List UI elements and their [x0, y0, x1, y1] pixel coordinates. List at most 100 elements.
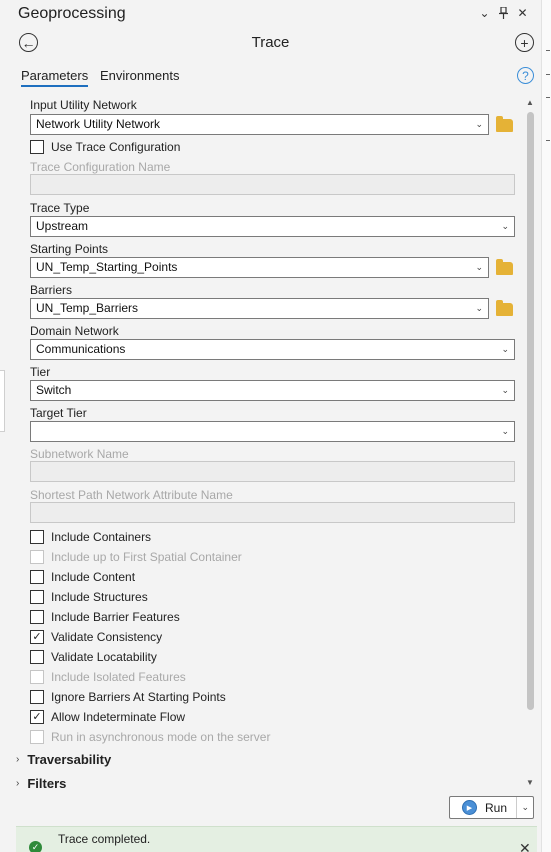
shortest-path-input	[30, 502, 515, 523]
adjacent-pane-edge	[541, 0, 551, 852]
input-utility-network-label: Input Utility Network	[30, 98, 137, 112]
checkbox-item[interactable]: Validate Locatability	[30, 650, 157, 664]
scroll-down-icon[interactable]: ▼	[525, 778, 535, 787]
chevron-right-icon: ›	[16, 778, 20, 789]
domain-network-select[interactable]: Communications ⌄	[30, 339, 515, 360]
checkbox-box[interactable]	[30, 530, 44, 544]
checkbox-item[interactable]: ✓ Allow Indeterminate Flow	[30, 710, 185, 724]
checkbox-label: Include Barrier Features	[51, 610, 180, 624]
pane-header-controls: ⌄ ✕	[478, 6, 529, 20]
tool-title: Trace	[251, 34, 290, 51]
edge-mark	[546, 50, 550, 51]
chevron-right-icon: ›	[16, 754, 20, 765]
tier-label: Tier	[30, 365, 51, 379]
checkmark-icon[interactable]: ✓	[30, 630, 44, 644]
checkbox-item: Include Isolated Features	[30, 670, 186, 684]
checkbox-box	[30, 670, 44, 684]
chevron-down-icon[interactable]: ⌄	[516, 797, 533, 818]
success-check-icon: ✓	[29, 841, 42, 852]
checkbox-item[interactable]: Ignore Barriers At Starting Points	[30, 690, 226, 704]
checkbox-label: Include Isolated Features	[51, 670, 186, 684]
checkbox-box[interactable]	[30, 610, 44, 624]
domain-network-label: Domain Network	[30, 324, 119, 338]
barriers-label: Barriers	[30, 283, 73, 297]
section-filters-label: Filters	[27, 776, 67, 791]
checkbox-label: Include up to First Spatial Container	[51, 550, 242, 564]
target-tier-select[interactable]: ⌄	[30, 421, 515, 442]
checkbox-box[interactable]	[30, 570, 44, 584]
chevron-down-icon: ⌄	[501, 385, 509, 395]
checkbox-item[interactable]: Include Barrier Features	[30, 610, 180, 624]
edge-mark	[546, 74, 550, 75]
section-filters[interactable]: › Filters	[16, 776, 66, 791]
checkbox-label: Include Containers	[51, 530, 152, 544]
checkbox-item[interactable]: Include Containers	[30, 530, 151, 544]
scroll-thumb[interactable]	[527, 112, 534, 710]
tab-parameters[interactable]: Parameters	[21, 68, 89, 87]
tier-value: Switch	[36, 383, 72, 397]
run-button-label: Run	[485, 800, 508, 815]
pin-icon[interactable]	[497, 6, 510, 20]
checkbox-item[interactable]: Include Structures	[30, 590, 148, 604]
checkbox-item: Run in asynchronous mode on the server	[30, 730, 270, 744]
checkbox-box[interactable]	[30, 650, 44, 664]
folder-icon[interactable]	[496, 116, 513, 132]
add-icon[interactable]: +	[515, 33, 534, 52]
play-icon: ▶	[462, 800, 477, 815]
checkbox-label: Include Content	[51, 570, 136, 584]
checkmark-icon[interactable]: ✓	[30, 710, 44, 724]
close-icon[interactable]: ✕	[519, 840, 531, 852]
close-icon[interactable]: ✕	[516, 6, 529, 20]
target-tier-label: Target Tier	[30, 406, 87, 420]
section-traversability[interactable]: › Traversability	[16, 752, 111, 767]
subnetwork-name-input	[30, 461, 515, 482]
barriers-value: UN_Temp_Barriers	[36, 301, 139, 315]
checkbox-box[interactable]	[30, 590, 44, 604]
trace-configuration-name-input	[30, 174, 515, 195]
input-utility-network-select[interactable]: Network Utility Network ⌄	[30, 114, 489, 135]
checkbox-label: Allow Indeterminate Flow	[51, 710, 186, 724]
checkbox-label: Validate Locatability	[51, 650, 157, 664]
subnetwork-name-label: Subnetwork Name	[30, 447, 129, 461]
trace-type-label: Trace Type	[30, 201, 90, 215]
folder-icon[interactable]	[496, 259, 513, 275]
barriers-select[interactable]: UN_Temp_Barriers ⌄	[30, 298, 489, 319]
checkbox-label: Ignore Barriers At Starting Points	[51, 690, 226, 704]
checkbox-box[interactable]	[30, 690, 44, 704]
tier-select[interactable]: Switch ⌄	[30, 380, 515, 401]
chevron-down-icon: ⌄	[501, 221, 509, 231]
input-utility-network-value: Network Utility Network	[36, 117, 161, 131]
section-traversability-label: Traversability	[27, 752, 112, 767]
checkbox-box	[30, 550, 44, 564]
vertical-scrollbar[interactable]: ▲ ▼	[525, 98, 535, 788]
tab-environments[interactable]: Environments	[100, 68, 179, 83]
chevron-down-icon: ⌄	[501, 426, 509, 436]
checkbox-box[interactable]	[30, 140, 44, 154]
trace-type-select[interactable]: Upstream ⌄	[30, 216, 515, 237]
pane-title: Geoprocessing	[18, 5, 126, 22]
chevron-down-icon: ⌄	[475, 119, 483, 129]
checkbox-item[interactable]: Include Content	[30, 570, 135, 584]
chevron-down-icon: ⌄	[501, 344, 509, 354]
checkbox-item[interactable]: ✓ Validate Consistency	[30, 630, 162, 644]
edge-mark	[546, 140, 550, 141]
use-trace-configuration-checkbox[interactable]: Use Trace Configuration	[30, 140, 180, 154]
run-button[interactable]: ▶ Run ⌄	[449, 796, 534, 819]
use-trace-configuration-label: Use Trace Configuration	[51, 140, 181, 154]
geoprocessing-pane: Geoprocessing ⌄ ✕ ← Trace + Parameters E…	[0, 0, 541, 852]
starting-points-select[interactable]: UN_Temp_Starting_Points ⌄	[30, 257, 489, 278]
chevron-down-icon: ⌄	[475, 303, 483, 313]
checkbox-label: Include Structures	[51, 590, 148, 604]
shortest-path-label: Shortest Path Network Attribute Name	[30, 488, 233, 502]
chevron-down-icon[interactable]: ⌄	[478, 6, 491, 20]
trace-configuration-name-label: Trace Configuration Name	[30, 160, 171, 174]
help-icon[interactable]: ?	[517, 67, 534, 84]
scroll-up-icon[interactable]: ▲	[525, 98, 535, 107]
folder-icon[interactable]	[496, 300, 513, 316]
starting-points-label: Starting Points	[30, 242, 109, 256]
checkbox-label: Run in asynchronous mode on the server	[51, 730, 271, 744]
edge-mark	[546, 97, 550, 98]
chevron-down-icon: ⌄	[475, 262, 483, 272]
parameters-form: Input Utility Network Network Utility Ne…	[30, 92, 516, 792]
checkbox-label: Validate Consistency	[51, 630, 163, 644]
